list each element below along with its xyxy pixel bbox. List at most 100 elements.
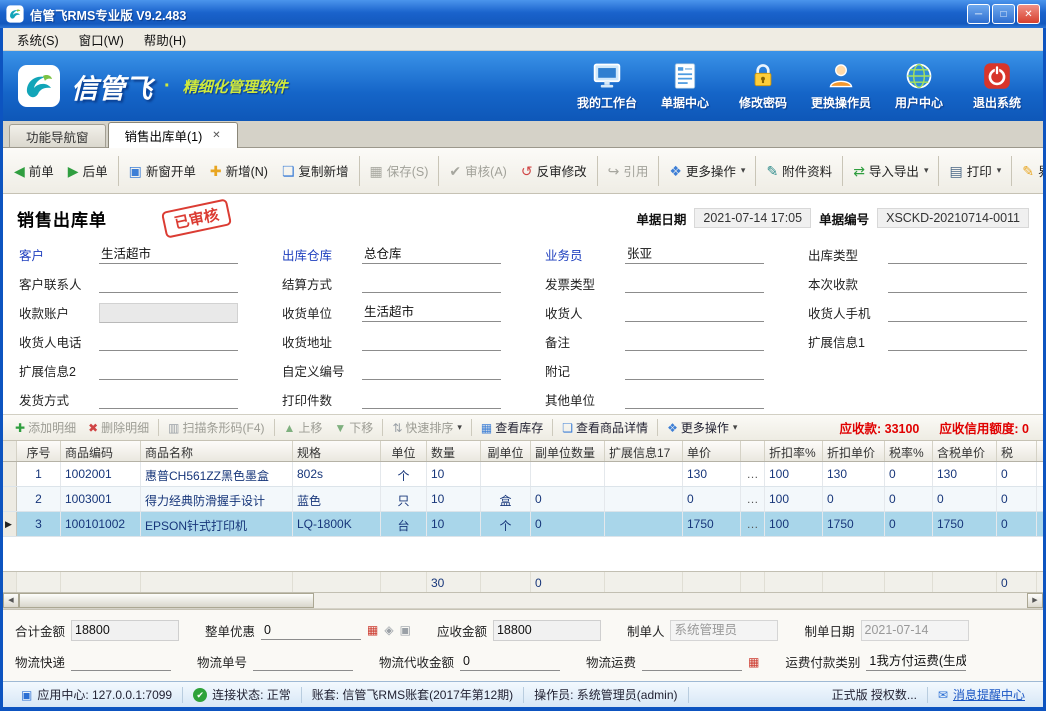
grid-cell[interactable]: 1003001 xyxy=(61,487,141,511)
grid-cell[interactable]: 10 xyxy=(427,512,481,536)
toolbar-button-unaudit[interactable]: ↺反审修改 xyxy=(514,155,594,186)
field-value[interactable] xyxy=(625,361,764,380)
grid-column-header[interactable] xyxy=(741,441,765,461)
grid-cell[interactable]: 蓝色 xyxy=(293,487,381,511)
toolbar-button-next-doc[interactable]: ▶后单 xyxy=(61,155,115,186)
footer-field-value[interactable] xyxy=(71,652,171,671)
grid-column-header[interactable]: 折扣率% xyxy=(765,441,823,461)
table-row[interactable]: 11002001惠普CH561ZZ黑色墨盒802s个10130…10013001… xyxy=(3,462,1043,487)
field-value[interactable] xyxy=(99,332,238,351)
grid-column-header[interactable]: 折扣单价 xyxy=(823,441,885,461)
footer-field-value[interactable] xyxy=(642,652,742,671)
field-value[interactable] xyxy=(362,390,501,409)
grid-cell[interactable] xyxy=(531,462,605,486)
freight-calc-icon[interactable]: ▦ xyxy=(748,656,759,668)
grid-cell[interactable]: 802s xyxy=(293,462,381,486)
table-row[interactable]: 21003001得力经典防滑握手设计蓝色只10盒00…1000000 xyxy=(3,487,1043,512)
row-ellipsis-button[interactable]: … xyxy=(741,512,765,536)
horizontal-scrollbar[interactable]: ◀ ▶ xyxy=(3,593,1043,609)
toolbar-button-reference[interactable]: ↪引用 xyxy=(601,155,656,186)
discount-modify-icon[interactable]: ▦ xyxy=(367,624,378,636)
grid-cell[interactable]: 0 xyxy=(933,487,997,511)
toolbar-button-new-window[interactable]: ▣新窗开单 xyxy=(122,155,203,186)
field-value[interactable] xyxy=(888,274,1027,293)
grid-cell[interactable]: 0 xyxy=(997,462,1037,486)
grid-column-header[interactable]: 序号 xyxy=(17,441,61,461)
scroll-left-icon[interactable]: ◀ xyxy=(3,593,19,608)
menu-item[interactable]: 帮助(H) xyxy=(134,27,196,52)
grid-cell[interactable]: 0 xyxy=(531,512,605,536)
toolbar-button-copy-new[interactable]: ❏复制新增 xyxy=(275,155,356,186)
grid-cell[interactable]: 盒 xyxy=(481,487,531,511)
field-value[interactable]: 生活超市 xyxy=(99,245,238,264)
field-value[interactable] xyxy=(625,332,764,351)
grid-column-header[interactable]: 税 xyxy=(997,441,1037,461)
grid-cell[interactable]: 0 xyxy=(885,512,933,536)
grid-cell[interactable] xyxy=(605,512,683,536)
banner-action-workbench[interactable]: 我的工作台 xyxy=(571,61,643,111)
detail-button-move-up[interactable]: ▲上移 xyxy=(278,416,329,439)
grid-cell[interactable]: 0 xyxy=(885,487,933,511)
footer-field-value[interactable] xyxy=(253,652,353,671)
grid-column-header[interactable]: 规格 xyxy=(293,441,381,461)
detail-button-sort[interactable]: ⇅快速排序▾ xyxy=(386,416,468,439)
grid-cell[interactable]: 个 xyxy=(481,512,531,536)
toolbar-button-prev-doc[interactable]: ◀前单 xyxy=(7,155,61,186)
footer-field-value[interactable]: 1我方付运费(生成运... xyxy=(866,652,966,671)
toolbar-button-import-export[interactable]: ⇄导入导出▾ xyxy=(846,155,935,186)
grid-cell[interactable]: 只 xyxy=(381,487,427,511)
grid-cell[interactable]: 台 xyxy=(381,512,427,536)
field-value[interactable] xyxy=(362,332,501,351)
grid-column-header[interactable]: 商品名称 xyxy=(141,441,293,461)
field-value[interactable] xyxy=(99,274,238,293)
grid-cell[interactable] xyxy=(605,462,683,486)
grid-cell[interactable] xyxy=(605,487,683,511)
field-value[interactable] xyxy=(888,303,1027,322)
tab-close-icon[interactable]: ✕ xyxy=(212,130,220,141)
menu-item[interactable]: 系统(S) xyxy=(7,27,69,52)
grid-cell[interactable]: 0 xyxy=(531,487,605,511)
discount-clear-icon[interactable]: ◈ xyxy=(384,624,393,636)
grid-cell[interactable]: 1 xyxy=(17,462,61,486)
detail-button-delete-row[interactable]: ✖删除明细 xyxy=(82,416,155,439)
detail-button-add-row[interactable]: ✚添加明细 xyxy=(9,416,82,439)
grid-cell[interactable]: 惠普CH561ZZ黑色墨盒 xyxy=(141,462,293,486)
field-value[interactable] xyxy=(362,274,501,293)
toolbar-button-attachment[interactable]: ✎附件资料 xyxy=(759,155,839,186)
footer-field-value[interactable]: 0 xyxy=(261,621,361,640)
grid-cell[interactable]: 得力经典防滑握手设计 xyxy=(141,487,293,511)
grid-cell[interactable]: 100101002 xyxy=(61,512,141,536)
grid-column-header[interactable]: 副单位数量 xyxy=(531,441,605,461)
grid-column-header[interactable]: 单位 xyxy=(381,441,427,461)
grid-cell[interactable]: 1002001 xyxy=(61,462,141,486)
field-value[interactable] xyxy=(99,390,238,409)
grid-cell[interactable]: 3 xyxy=(17,512,61,536)
grid-cell[interactable]: 100 xyxy=(765,487,823,511)
grid-column-header[interactable]: 副单位 xyxy=(481,441,531,461)
discount-share-icon[interactable]: ▣ xyxy=(400,624,411,636)
field-value[interactable] xyxy=(625,274,764,293)
grid-cell[interactable]: 0 xyxy=(823,487,885,511)
grid-cell[interactable]: 1750 xyxy=(823,512,885,536)
footer-field-value[interactable]: 0 xyxy=(460,652,560,671)
scrollbar-thumb[interactable] xyxy=(19,593,314,608)
field-value[interactable] xyxy=(888,332,1027,351)
grid-cell[interactable]: 130 xyxy=(683,462,741,486)
grid-column-header[interactable]: 扩展信息17 xyxy=(605,441,683,461)
detail-button-move-down[interactable]: ▼下移 xyxy=(328,416,379,439)
field-value[interactable] xyxy=(625,303,764,322)
grid-cell[interactable]: 1750 xyxy=(683,512,741,536)
toolbar-button-save[interactable]: ▦保存(S) xyxy=(363,155,436,186)
grid-cell[interactable]: 100 xyxy=(765,512,823,536)
banner-action-exit-system[interactable]: 退出系统 xyxy=(961,61,1033,111)
toolbar-button-more-actions[interactable]: ❖更多操作▾ xyxy=(662,155,752,186)
field-value[interactable]: 张亚 xyxy=(625,245,764,264)
scroll-right-icon[interactable]: ▶ xyxy=(1027,593,1043,608)
tab-inactive[interactable]: 功能导航窗 xyxy=(9,124,106,147)
menu-item[interactable]: 窗口(W) xyxy=(69,27,134,52)
grid-cell[interactable]: 0 xyxy=(885,462,933,486)
banner-action-document-center[interactable]: 单据中心 xyxy=(649,61,721,111)
grid-cell[interactable]: LQ-1800K xyxy=(293,512,381,536)
minimize-button[interactable]: ─ xyxy=(967,4,990,24)
grid-cell[interactable]: 130 xyxy=(823,462,885,486)
